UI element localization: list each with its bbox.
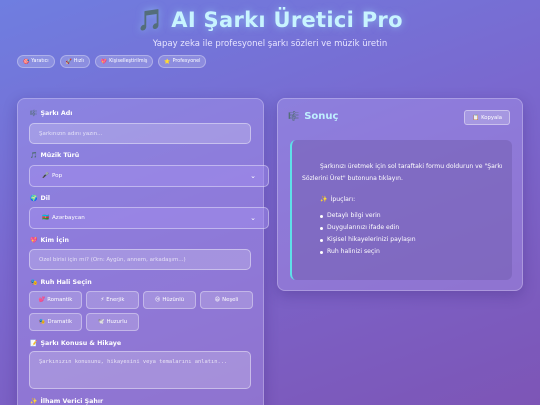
list-item: Detaylı bilgi verin (320, 210, 416, 222)
bullet-icon (320, 214, 323, 218)
for-whom-label: 💖 Kim İçin (30, 237, 69, 244)
hearts-icon: 💕 (38, 297, 46, 303)
genre-label: 🎵 Müzik Türü (30, 152, 79, 159)
result-intro: Şarkınızı üretmek için sol taraftaki for… (302, 161, 507, 185)
crying-face-icon: 😢 (154, 297, 161, 303)
bullet-icon (320, 238, 323, 242)
badge-label: Hızlı (73, 58, 84, 64)
sparkles-icon: ✨ (30, 398, 38, 405)
heart-icon: 💖 (30, 237, 38, 244)
target-icon: 🎯 (23, 58, 30, 65)
mood-label: Dramatik (47, 319, 73, 325)
mood-label: Neşeli (222, 297, 239, 303)
flag-icon: 🇦🇿 (42, 215, 49, 221)
mood-label: Hüzünlü (162, 297, 185, 303)
badge-personalized: 💖 Kişiselleştirilmiş (94, 55, 154, 68)
badge-label: Profesyonel (172, 58, 201, 64)
list-item: Kişisel hikayelerinizi paylaşın (320, 234, 416, 246)
song-name-label: 🎼 Şarkı Adı (30, 110, 72, 117)
mood-peaceful-button[interactable]: 🕊️ Huzurlu (86, 313, 139, 331)
tip-text: Kişisel hikayelerinizi paylaşın (327, 236, 416, 243)
tip-text: Detaylı bilgi verin (327, 212, 381, 219)
dove-icon: 🕊️ (97, 319, 105, 325)
mood-energetic-button[interactable]: ⚡ Enerjik (86, 291, 139, 309)
rocket-icon: 🚀 (65, 58, 72, 65)
tips-list: Detaylı bilgi verin Duygularınızı ifade … (320, 210, 416, 258)
mood-label-text: Ruh Hali Seçin (40, 279, 92, 286)
sparkles-icon: ✨ (320, 196, 328, 203)
theater-masks-icon: 🎭 (38, 319, 46, 325)
language-label: 🌍 Dil (30, 195, 50, 202)
tip-text: Duygularınızı ifade edin (327, 224, 400, 231)
result-panel: 🎼 Sonuç 📋 Kopyala Şarkınızı üretmek için… (277, 98, 523, 291)
copy-button-label: Kopyala (481, 114, 502, 121)
page-subtitle: Yapay zeka ile profesyonel şarkı sözleri… (152, 39, 388, 49)
mood-sad-button[interactable]: 😢 Hüzünlü (143, 291, 196, 309)
mood-cheerful-button[interactable]: 😄 Neşeli (200, 291, 253, 309)
inspiration-label: ✨ İlham Verici Şahır (30, 398, 103, 405)
genre-value: Pop (51, 173, 63, 179)
theater-masks-icon: 🎭 (30, 279, 38, 286)
topic-label: 📝 Şarkı Konusu & Hikaye (30, 340, 121, 347)
memo-icon: 📝 (30, 340, 38, 347)
bullet-icon (320, 250, 323, 254)
heart-icon: 💖 (100, 58, 108, 65)
song-name-label-text: Şarkı Adı (40, 110, 73, 117)
song-form-panel: 🎼 Şarkı Adı 🎵 Müzik Türü 🎤Pop ⌄ 🌍 Dil 🇦🇿… (17, 98, 269, 405)
song-name-input[interactable] (29, 123, 251, 144)
page-title-text: AI Şarkı Üretici Pro (171, 8, 403, 32)
list-item: Ruh halinizi seçin (320, 246, 416, 258)
mood-romantic-button[interactable]: 💕 Romantik (29, 291, 82, 309)
list-item: Duygularınızı ifade edin (320, 222, 416, 234)
mood-label: 🎭 Ruh Hali Seçin (30, 279, 92, 286)
music-note-icon: 🎵 (30, 152, 38, 159)
topic-label-text: Şarkı Konusu & Hikaye (40, 340, 122, 347)
mood-label: Romantik (47, 297, 73, 303)
clipboard-icon: 📋 (472, 114, 480, 121)
for-whom-label-text: Kim İçin (40, 237, 69, 244)
tips-heading-text: İpuçları: (330, 196, 356, 203)
chevron-down-icon: ⌄ (250, 214, 256, 222)
result-intro-text: Şarkınızı üretmek için sol taraftaki for… (302, 163, 503, 182)
music-score-icon: 🎼 (288, 111, 300, 122)
badge-label: Yaratıcı (31, 58, 49, 64)
tip-text: Ruh halinizi seçin (327, 248, 380, 255)
chevron-down-icon: ⌄ (250, 172, 256, 180)
badge-creative: 🎯 Yaratıcı (17, 55, 55, 68)
for-whom-input[interactable] (29, 249, 251, 270)
header: 🎵 AI Şarkı Üretici Pro Yapay zeka ile pr… (0, 8, 540, 49)
language-label-text: Dil (40, 195, 51, 202)
globe-icon: 🌍 (30, 195, 38, 202)
genre-label-text: Müzik Türü (40, 152, 80, 159)
language-value: Azərbaycan (51, 215, 85, 221)
genre-select[interactable]: 🎤 Pop ⌄ (29, 165, 269, 187)
music-score-icon: 🎼 (30, 110, 38, 117)
mood-dramatic-button[interactable]: 🎭 Dramatik (29, 313, 82, 331)
mood-label: Huzurlu (106, 319, 128, 325)
music-note-icon: 🎵 (137, 8, 164, 32)
result-title: 🎼 Sonuç (288, 111, 338, 122)
page-title: 🎵 AI Şarkı Üretici Pro (0, 8, 540, 33)
result-output: Şarkınızı üretmek için sol taraftaki for… (290, 140, 512, 280)
copy-button[interactable]: 📋 Kopyala (464, 110, 510, 125)
mood-label: Enerjik (106, 297, 125, 303)
badge-label: Kişiselleştirilmiş (109, 58, 148, 64)
bullet-icon (320, 226, 323, 230)
star-icon: ⭐ (164, 58, 171, 65)
inspiration-label-text: İlham Verici Şahır (40, 398, 104, 405)
smiling-face-icon: 😄 (214, 297, 221, 303)
badge-professional: ⭐ Profesyonel (158, 55, 207, 68)
tips-heading: ✨ İpuçları: (320, 196, 355, 203)
topic-textarea[interactable]: Şarkınızın konusunu, hikayesini veya tem… (29, 351, 251, 389)
badge-fast: 🚀 Hızlı (59, 55, 90, 68)
feature-badges: 🎯 Yaratıcı 🚀 Hızlı 💖 Kişiselleştirilmiş ⭐ Pr… (17, 55, 207, 68)
result-title-text: Sonuç (304, 111, 339, 122)
lightning-icon: ⚡ (100, 297, 105, 303)
microphone-icon: 🎤 (42, 173, 49, 179)
language-select[interactable]: 🇦🇿 Azərbaycan ⌄ (29, 207, 269, 229)
